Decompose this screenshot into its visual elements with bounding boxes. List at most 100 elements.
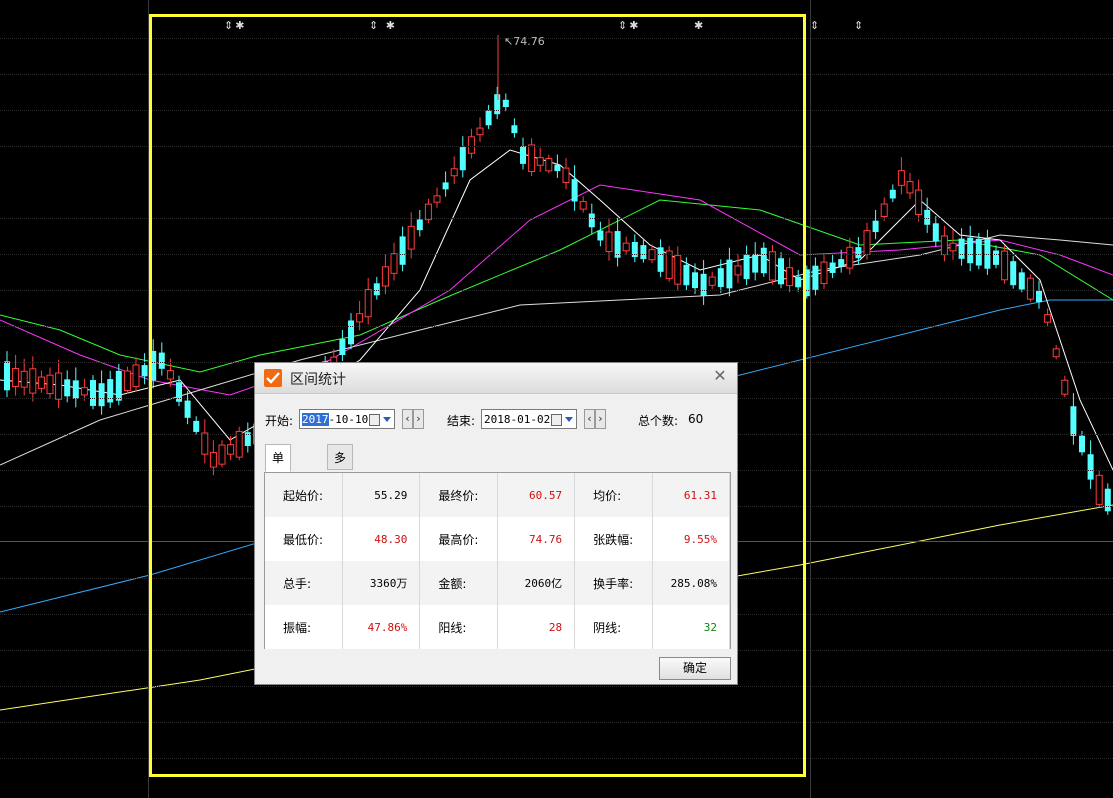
stat-value: 55.29 <box>342 473 421 517</box>
candle-body <box>1070 406 1077 436</box>
candle-body <box>20 370 28 388</box>
candle-body <box>949 242 957 252</box>
stat-value: 61.31 <box>652 473 730 517</box>
stat-value: 74.76 <box>497 517 576 561</box>
candle-body <box>1061 379 1069 395</box>
stat-label: 最终价: <box>419 473 499 517</box>
stat-label: 最低价: <box>265 517 344 561</box>
candle-body <box>863 230 871 255</box>
candle-body <box>993 250 999 265</box>
tab-multi-stock[interactable]: 多股比较 <box>327 444 354 543</box>
end-prev-button[interactable]: ‹ <box>584 409 595 429</box>
interval-stats-dialog: 区间统计 ✕ 开始: 2017-10-10 ‹ › 结束: 2018-01-02… <box>254 362 738 685</box>
candle-body <box>37 376 45 389</box>
candle-body <box>1036 290 1042 303</box>
end-next-button[interactable]: › <box>595 409 606 429</box>
candle-body <box>1026 277 1034 300</box>
candle-body <box>98 383 105 407</box>
stat-label: 最高价: <box>419 517 499 561</box>
candle-body <box>906 181 914 194</box>
stats-row: 起始价: 55.29 最终价: 60.57 均价: 61.31 <box>265 473 730 517</box>
candle-body <box>958 238 965 259</box>
candle-body <box>812 265 819 290</box>
start-next-button[interactable]: › <box>413 409 424 429</box>
start-date-value[interactable]: 2017-10-10 <box>302 413 368 426</box>
stat-value: 28 <box>497 605 576 649</box>
candle-body <box>967 237 974 264</box>
candle-body <box>820 261 828 284</box>
candle-body <box>838 259 845 267</box>
candle-body <box>1079 435 1085 453</box>
event-marker[interactable]: ⇕ <box>810 19 821 32</box>
stat-label: 振幅: <box>265 605 344 649</box>
candle-body <box>855 247 862 259</box>
candle-body <box>1010 261 1017 286</box>
calendar-icon[interactable] <box>369 414 380 426</box>
stat-value: 32 <box>652 605 730 649</box>
candle-body <box>1087 454 1094 480</box>
stat-label: 总手: <box>265 561 344 605</box>
candle-body <box>846 246 854 269</box>
stat-value: 60.57 <box>497 473 576 517</box>
candle-body <box>1104 488 1111 512</box>
checkmark-icon <box>264 369 282 387</box>
candle-body <box>897 170 905 186</box>
candle-body <box>1044 314 1052 323</box>
dialog-titlebar[interactable]: 区间统计 ✕ <box>255 363 737 394</box>
dialog-title: 区间统计 <box>290 372 346 388</box>
candle-body <box>872 220 879 233</box>
stat-label: 换手率: <box>574 561 654 605</box>
start-prev-button[interactable]: ‹ <box>402 409 413 429</box>
end-date-picker[interactable]: 2018-01-02 <box>481 409 577 429</box>
candle-body <box>29 368 37 394</box>
event-marker[interactable]: ⇕ <box>854 19 865 32</box>
calendar-icon[interactable] <box>551 414 562 426</box>
stat-label: 均价: <box>574 473 654 517</box>
candle-body <box>64 379 71 397</box>
candle-body <box>132 364 140 388</box>
candle-body <box>1018 272 1025 290</box>
candle-body <box>4 361 10 391</box>
stat-value: 3360万 <box>342 561 421 605</box>
candle-body <box>1095 474 1103 505</box>
start-label: 开始: <box>265 414 294 428</box>
candle-body <box>975 238 982 266</box>
stats-table: 起始价: 55.29 最终价: 60.57 均价: 61.31 最低价: 48.30 最高价: 7… <box>264 472 731 649</box>
chevron-down-icon[interactable] <box>565 417 573 422</box>
candle-body <box>829 262 836 273</box>
candle-body <box>90 380 96 406</box>
range-end-line <box>810 0 811 798</box>
ok-button[interactable]: 确定 <box>659 657 731 680</box>
candle-body <box>55 372 63 400</box>
stats-row: 最低价: 48.30 最高价: 74.76 张跌幅: 9.55% <box>265 517 730 561</box>
candle-body <box>940 235 948 256</box>
stat-value: 48.30 <box>342 517 421 561</box>
start-date-picker[interactable]: 2017-10-10 <box>299 409 395 429</box>
stat-value: 2060亿 <box>497 561 576 605</box>
candle-body <box>1052 348 1060 358</box>
total-count-label: 总个数: <box>638 414 679 428</box>
stat-value: 285.08% <box>652 561 730 605</box>
candle-body <box>141 365 148 377</box>
end-date-value[interactable]: 2018-01-02 <box>484 413 550 426</box>
candle-body <box>123 370 131 392</box>
candle-body <box>12 368 20 388</box>
chevron-down-icon[interactable] <box>383 417 391 422</box>
close-icon[interactable]: ✕ <box>711 367 729 385</box>
tab-single-stock[interactable]: 单股统计 <box>265 444 292 543</box>
stat-label: 金额: <box>419 561 499 605</box>
candle-body <box>72 380 79 399</box>
candle-body <box>932 223 939 242</box>
candle-body <box>46 374 54 395</box>
candle-body <box>115 370 122 401</box>
candle-body <box>1001 250 1009 281</box>
stat-label: 阳线: <box>419 605 499 649</box>
stats-row: 总手: 3360万 金额: 2060亿 换手率: 285.08% <box>265 561 730 605</box>
candle-body <box>80 387 88 396</box>
candle-body <box>880 203 888 218</box>
stat-label: 张跌幅: <box>574 517 654 561</box>
stat-label: 阴线: <box>574 605 654 649</box>
candle-body <box>915 189 923 216</box>
date-range-row: 开始: 2017-10-10 ‹ › 结束: 2018-01-02 ‹ › 总个… <box>265 409 727 431</box>
stat-label: 起始价: <box>265 473 344 517</box>
